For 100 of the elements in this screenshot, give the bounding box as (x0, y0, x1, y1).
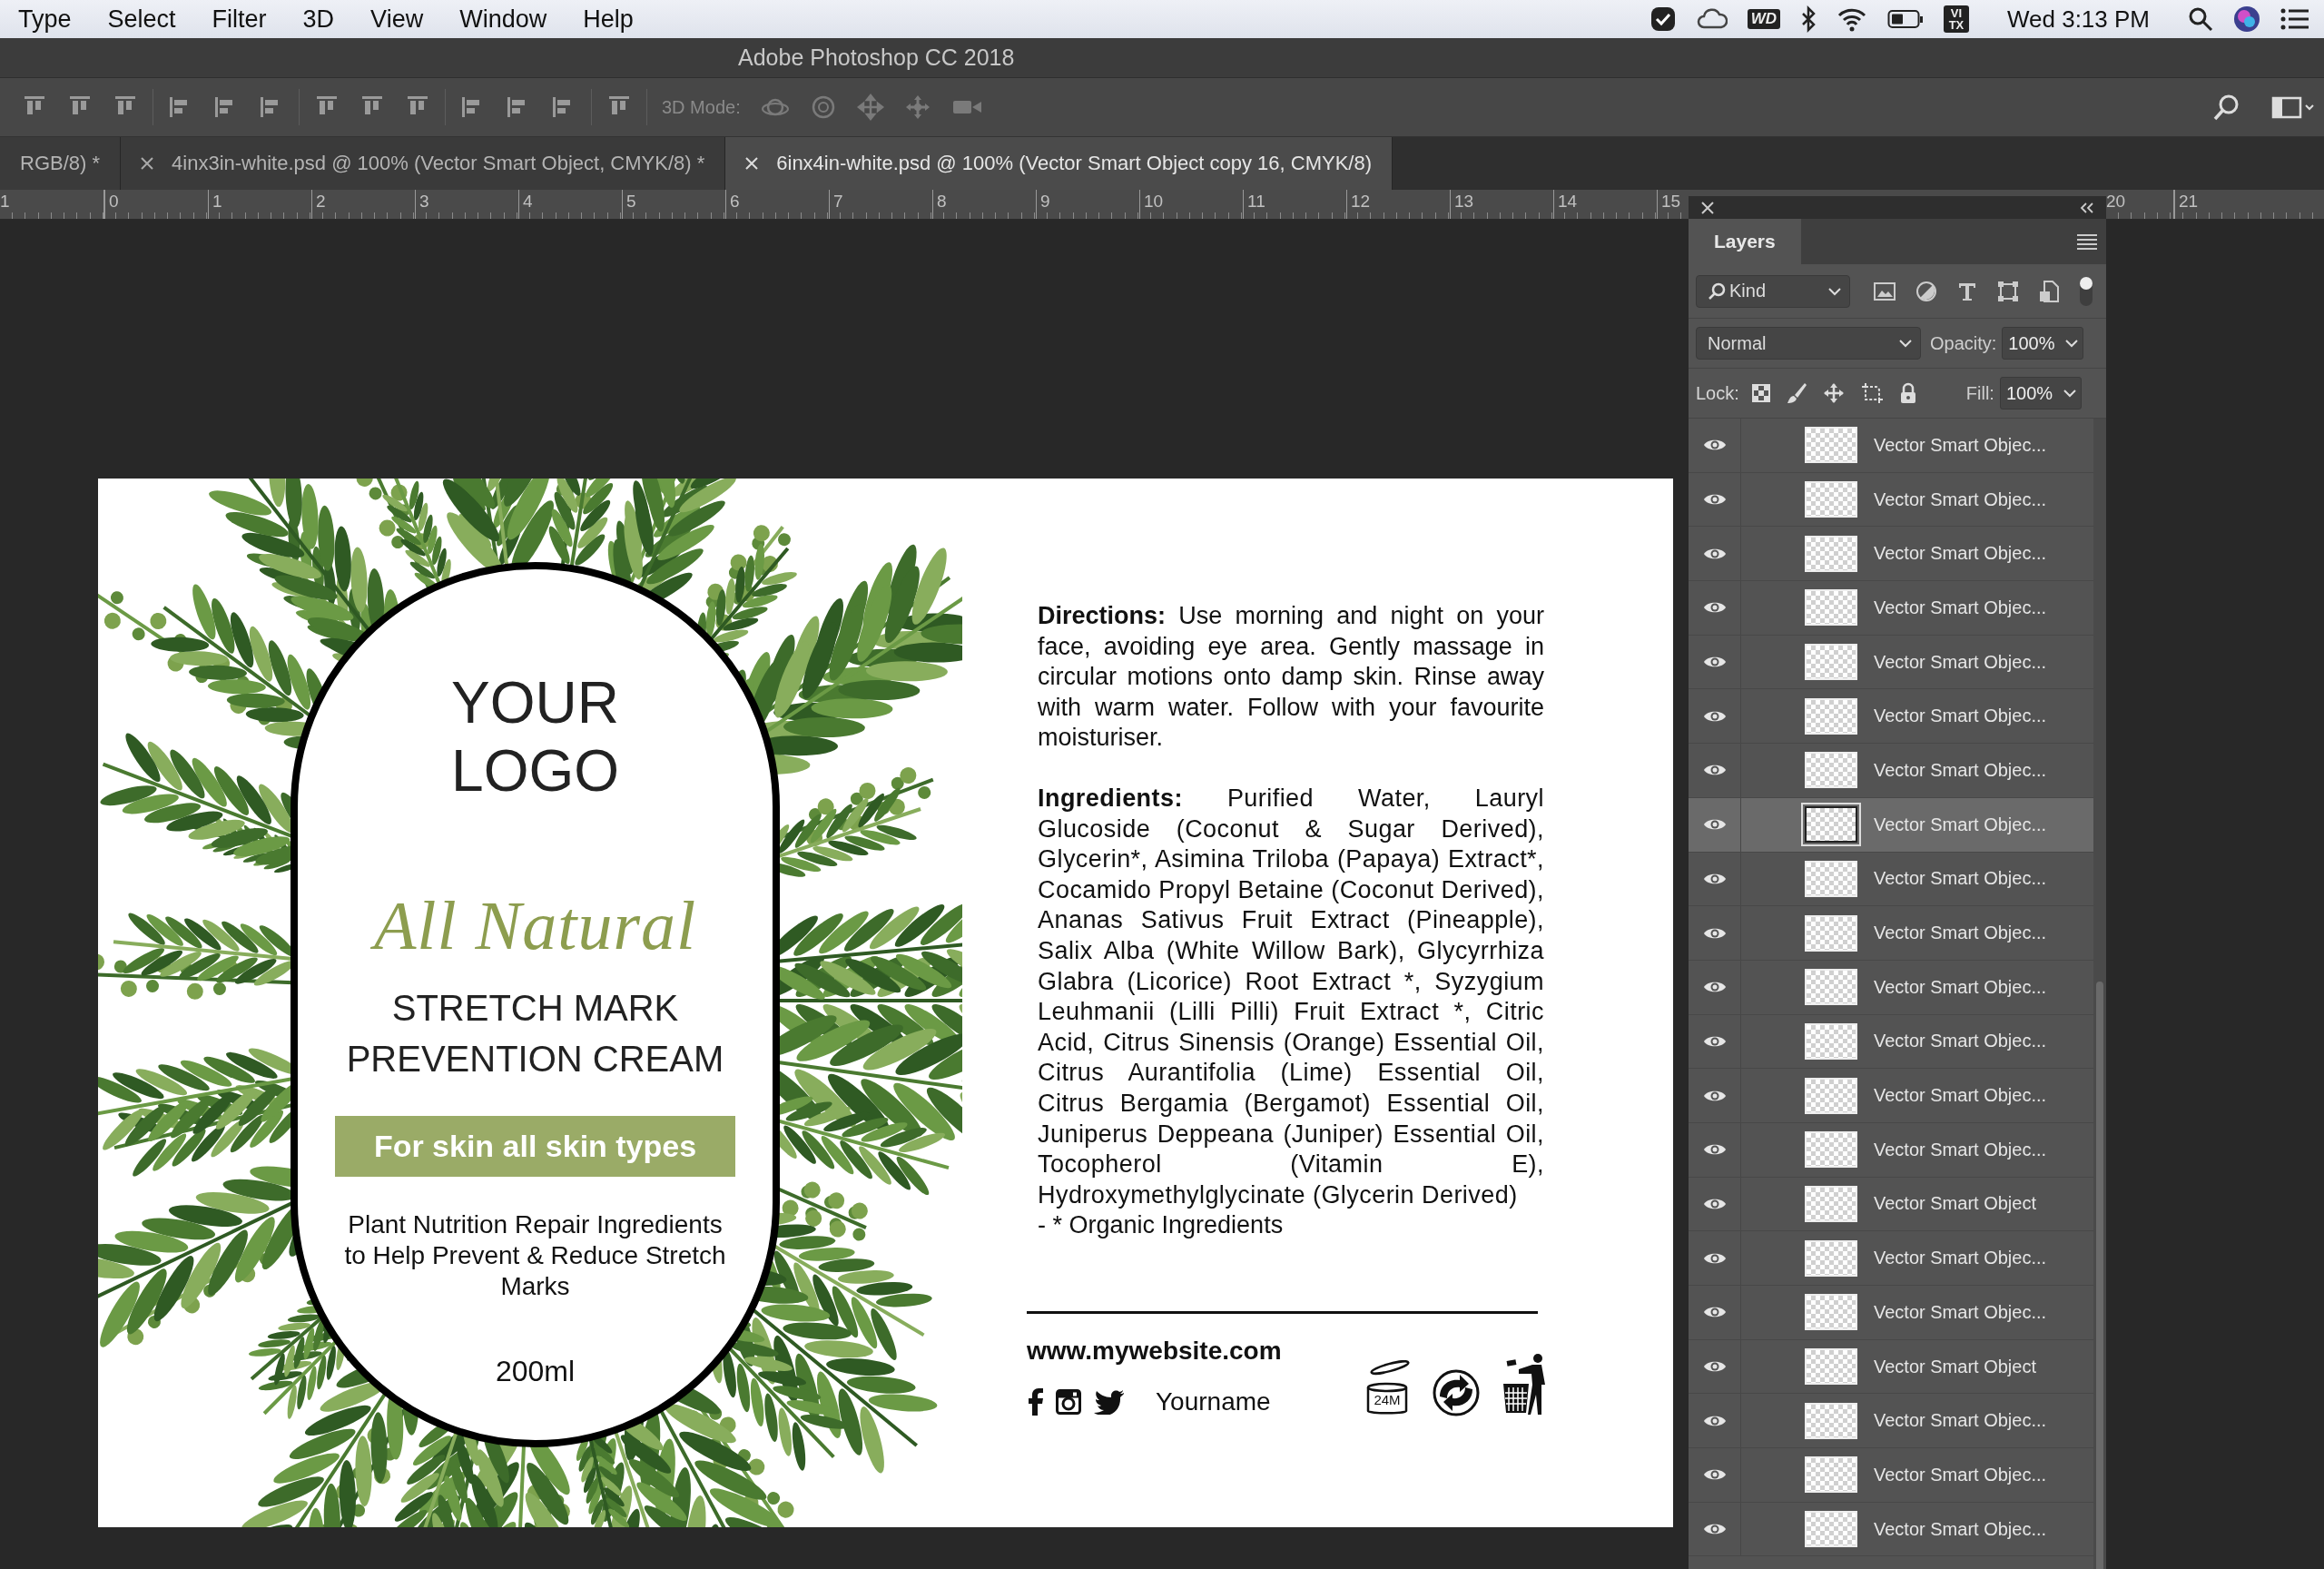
layer-thumbnail (1805, 1022, 1857, 1060)
layer-row[interactable]: Vector Smart Objec... (1689, 1014, 2093, 1070)
layer-row[interactable]: Vector Smart Objec... (1689, 1502, 2093, 1557)
layer-row[interactable]: Vector Smart Objec... (1689, 1122, 2093, 1178)
ruler-number: 6 (729, 191, 741, 212)
window-title: Adobe Photoshop CC 2018 (738, 44, 1015, 71)
layer-name: Vector Smart Objec... (1874, 1139, 2047, 1160)
panel-tab[interactable]: Layers (1689, 219, 1801, 264)
layer-name: Vector Smart Objec... (1874, 814, 2047, 835)
close-icon[interactable] (1701, 201, 1714, 214)
document-tab[interactable]: 4inx3in-white.psd @ 100% (Vector Smart Object, CMYK/8) * (121, 137, 726, 190)
ruler-number: 14 (1557, 191, 1579, 212)
menu-item[interactable]: 3D (284, 5, 353, 34)
cloud-icon[interactable] (1696, 7, 1728, 31)
search-icon (1708, 281, 1726, 301)
layer-thumbnail (1805, 427, 1857, 464)
bluetooth-icon[interactable] (1799, 5, 1817, 33)
menu-item[interactable]: Window (441, 5, 566, 34)
check-badge-icon[interactable] (1649, 5, 1677, 33)
padlock-icon[interactable] (1898, 382, 1917, 404)
filter-dropdown[interactable]: Kind (1696, 274, 1850, 308)
layer-row[interactable]: Vector Smart Objec... (1689, 797, 2093, 853)
layer-thumbnail (1805, 1131, 1857, 1169)
ruler-number: 1 (212, 191, 223, 212)
layer-row[interactable]: Vector Smart Objec... (1689, 527, 2093, 582)
layer-name: Vector Smart Objec... (1874, 1518, 2047, 1540)
adjustment-filter-icon[interactable] (1915, 280, 1937, 302)
menu-item[interactable]: Type (0, 5, 90, 34)
layer-row[interactable]: Vector Smart Objec... (1689, 1231, 2093, 1286)
layer-row[interactable]: Vector Smart Object (1689, 1177, 2093, 1232)
tab-title: 6inx4in-white.psd @ 100% (Vector Smart Object copy 16, CMYK/8) (776, 152, 1372, 175)
layer-row[interactable]: Vector Smart Objec... (1689, 744, 2093, 798)
text-input-badge[interactable]: VI TX (1943, 5, 1969, 33)
layer-row[interactable]: Vector Smart Objec... (1689, 581, 2093, 636)
layer-row[interactable]: Vector Smart Objec... (1689, 1448, 2093, 1503)
layer-thumbnail (1805, 535, 1857, 572)
layer-row[interactable]: Vector Smart Objec... (1689, 635, 2093, 690)
layer-name: Vector Smart Objec... (1874, 651, 2047, 673)
menu-item[interactable]: Filter (193, 5, 285, 34)
assistant-orb-icon[interactable] (2233, 5, 2260, 33)
open-jar-icon (1364, 1359, 1410, 1416)
layer-thumbnail (1805, 914, 1857, 952)
brush-icon[interactable] (1786, 382, 1807, 404)
layer-row[interactable]: Vector Smart Objec... (1689, 419, 2093, 473)
document-tab[interactable]: RGB/8) * (0, 137, 122, 190)
tab-title: 4inx3in-white.psd @ 100% (Vector Smart Object, CMYK/8) * (172, 152, 705, 175)
layer-row[interactable]: Vector Smart Objec... (1689, 1394, 2093, 1449)
layer-row[interactable]: Vector Smart Objec... (1689, 1069, 2093, 1123)
clock[interactable]: Wed 3:13 PM (2006, 5, 2150, 34)
battery-icon[interactable] (1886, 9, 1924, 29)
wifi-icon[interactable] (1836, 6, 1867, 32)
ruler-number: 2 (315, 191, 327, 212)
instagram-icon (1056, 1388, 1081, 1415)
drive-status-badge[interactable]: WD (1747, 9, 1780, 29)
layer-name: Vector Smart Objec... (1874, 923, 2047, 944)
layer-row[interactable]: Vector Smart Objec... (1689, 852, 2093, 907)
layer-row[interactable]: Vector Smart Objec... (1689, 1286, 2093, 1340)
layer-name: Vector Smart Objec... (1874, 759, 2047, 781)
filter-value: Kind (1729, 281, 1767, 301)
image-filter-icon[interactable] (1874, 281, 1896, 301)
move-icon[interactable] (1822, 382, 1845, 404)
layer-name: Vector Smart Objec... (1874, 1248, 2047, 1269)
menu-item[interactable]: Help (565, 5, 652, 34)
collapse-icon[interactable] (2079, 202, 2095, 213)
fill-label: Fill: (1965, 382, 1994, 404)
list-icon[interactable] (2280, 7, 2309, 31)
layer-row[interactable]: Vector Smart Objec... (1689, 689, 2093, 745)
ruler-number: 21 (2178, 191, 2200, 212)
layer-row[interactable]: Vector Smart Objec... (1689, 472, 2093, 528)
filter-toggle-icon[interactable] (2079, 275, 2093, 307)
checkerboard-icon[interactable] (1751, 384, 1770, 402)
layer-thumbnail (1805, 1456, 1857, 1494)
lock-label: Lock: (1696, 382, 1739, 404)
menu-item[interactable]: View (352, 5, 442, 34)
chevron-icon (1898, 339, 1913, 348)
workspace-icon[interactable] (2271, 95, 2315, 119)
panel-menu-icon[interactable] (2077, 232, 2097, 251)
layer-row[interactable]: Vector Smart Objec... (1689, 960, 2093, 1015)
search-icon[interactable] (2213, 94, 2240, 121)
document-tab[interactable]: 6inx4in-white.psd @ 100% (Vector Smart Object copy 16, CMYK/8) (725, 137, 1393, 190)
opacity-field[interactable]: 100% (2002, 327, 2084, 360)
fill-field[interactable]: 100% (1999, 377, 2082, 410)
type-filter-icon[interactable] (1957, 281, 1977, 301)
close-icon[interactable] (141, 157, 154, 170)
smart-object-filter-icon[interactable] (2039, 280, 2059, 302)
blend-mode-dropdown[interactable]: Normal (1696, 327, 1921, 360)
fill-value: 100% (2005, 382, 2053, 404)
search-icon[interactable] (2188, 6, 2213, 32)
ruler-number: 7 (832, 191, 844, 212)
scrollbar[interactable] (2093, 419, 2106, 1569)
layer-row[interactable]: Vector Smart Object (1689, 1339, 2093, 1395)
layer-thumbnail (1805, 1239, 1857, 1277)
shelf-life-text: 24M (1373, 1391, 1402, 1407)
shape-filter-icon[interactable] (1997, 280, 2019, 302)
layer-row[interactable]: Vector Smart Objec... (1689, 906, 2093, 961)
menu-item[interactable]: Select (89, 5, 194, 34)
opacity-value: 100% (2008, 332, 2055, 354)
artboard-icon[interactable] (1860, 383, 1883, 403)
website-text: www.mywebsite.com (1027, 1336, 1282, 1366)
ingredients-text: Ingredients: Purified Water, Lauryl Glucoside (Coconut & Sugar Derived), Glycerin*, Asimina Triloba (Papaya) Extract*, Cocamido Propyl Betaine (Coconut Derived), Ananas Sativus Fruit Extract (Pineapple), Salix Alba (White Willow Bark), Glycyrrhiza Glabra (Licorice) Root Extract *, Syzygium Leuhmanii (Lilli Pilli) Fruit Extract *, Citric Acid, Citrus Sinensis (Orange) Essential Oil, Citrus Aurantifolia (Lime) Essential Oil, Citrus Bergamia (Bergamot) Essential Oil, Juniperus Deppeana (Juniper) Essential Oil, Tocopherol (Vitamin E), Hydroxymethylglycinate (Glycerin Derived) (1038, 783, 1544, 1210)
